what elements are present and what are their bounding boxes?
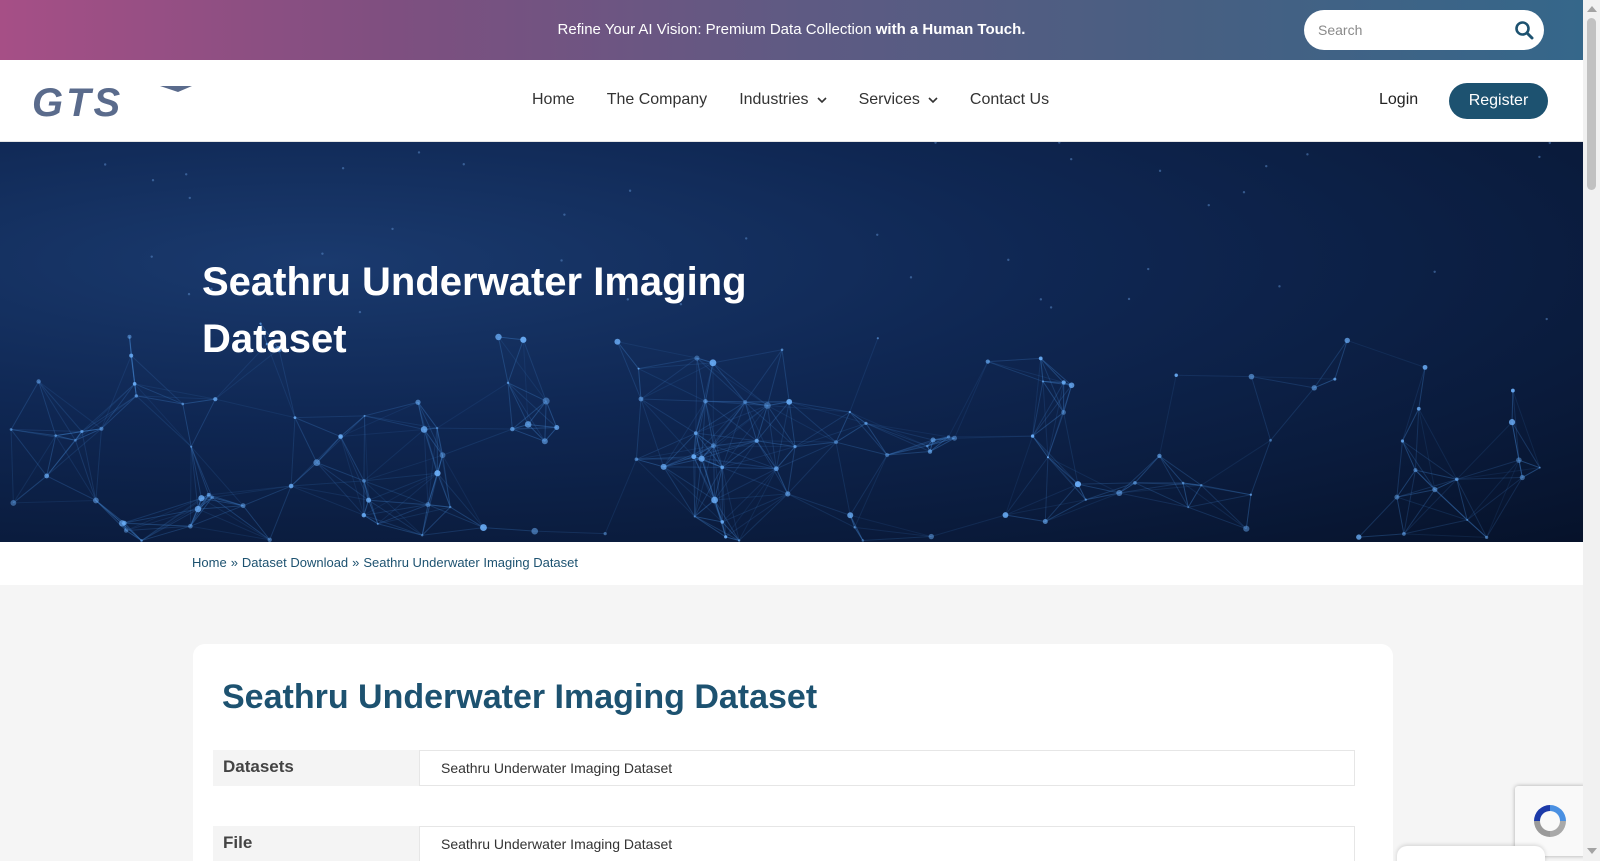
info-row-file: File Seathru Underwater Imaging Dataset xyxy=(213,826,1355,861)
page-scrollbar[interactable] xyxy=(1583,0,1600,861)
logo-text: GTS xyxy=(32,82,123,122)
breadcrumb-separator: » xyxy=(230,555,238,570)
hero-title: Seathru Underwater Imaging Dataset xyxy=(202,260,747,361)
dataset-title: Seathru Underwater Imaging Dataset xyxy=(222,678,818,716)
breadcrumb-current[interactable]: Seathru Underwater Imaging Dataset xyxy=(363,555,578,570)
scroll-down-arrow-icon[interactable] xyxy=(1587,848,1597,854)
hero-banner: Seathru Underwater Imaging Dataset xyxy=(0,142,1583,542)
nav-item-services[interactable]: Services xyxy=(859,91,938,109)
search-icon[interactable] xyxy=(1514,20,1534,40)
promo-bar: Refine Your AI Vision: Premium Data Coll… xyxy=(0,0,1583,60)
promo-text-bold: with a Human Touch. xyxy=(875,21,1026,38)
breadcrumb-home[interactable]: Home xyxy=(192,555,227,570)
nav-item-label: The Company xyxy=(606,91,708,108)
nav-item-contact-us[interactable]: Contact Us xyxy=(970,91,1049,109)
gts-logo[interactable]: GTS xyxy=(30,82,192,122)
search-box[interactable] xyxy=(1304,10,1544,50)
chat-widget-tab[interactable] xyxy=(1397,846,1545,861)
recaptcha-icon xyxy=(1534,805,1566,837)
nav-item-home[interactable]: Home xyxy=(532,91,575,109)
chevron-down-icon xyxy=(816,97,827,104)
info-value: Seathru Underwater Imaging Dataset xyxy=(419,750,1355,786)
search-input[interactable] xyxy=(1318,10,1508,50)
breadcrumb-separator: » xyxy=(352,555,360,570)
scroll-up-arrow-icon[interactable] xyxy=(1587,6,1597,12)
info-row-datasets: Datasets Seathru Underwater Imaging Data… xyxy=(213,750,1355,786)
scroll-thumb[interactable] xyxy=(1587,18,1596,190)
nav-menu: Home The Company Industries Services Con… xyxy=(532,91,1081,109)
nav-item-label: Contact Us xyxy=(969,91,1050,108)
nav-item-label: Home xyxy=(532,91,575,108)
chevron-down-icon xyxy=(928,97,938,104)
breadcrumb-bar: Home» Dataset Download» Seathru Underwater… xyxy=(0,542,1583,585)
dataset-card: Seathru Underwater Imaging Dataset Datas… xyxy=(193,644,1393,861)
nav-item-industries[interactable]: Industries xyxy=(739,91,827,109)
nav-item-the-company[interactable]: The Company xyxy=(607,91,708,109)
main-navbar: GTS Home The Company Industries Services… xyxy=(0,60,1583,142)
nav-item-label: Industries xyxy=(739,91,809,108)
promo-text-regular: Refine Your AI Vision: Premium Data Coll… xyxy=(557,21,876,38)
breadcrumb: Home» Dataset Download» Seathru Underwater… xyxy=(192,555,578,570)
info-label: Datasets xyxy=(213,750,419,786)
breadcrumb-dataset-download[interactable]: Dataset Download xyxy=(242,555,348,570)
register-button[interactable]: Register xyxy=(1449,83,1548,119)
nav-item-label: Services xyxy=(858,91,920,108)
info-value: Seathru Underwater Imaging Dataset xyxy=(419,826,1355,861)
login-link[interactable]: Login xyxy=(1379,91,1418,109)
info-label: File xyxy=(213,826,419,861)
